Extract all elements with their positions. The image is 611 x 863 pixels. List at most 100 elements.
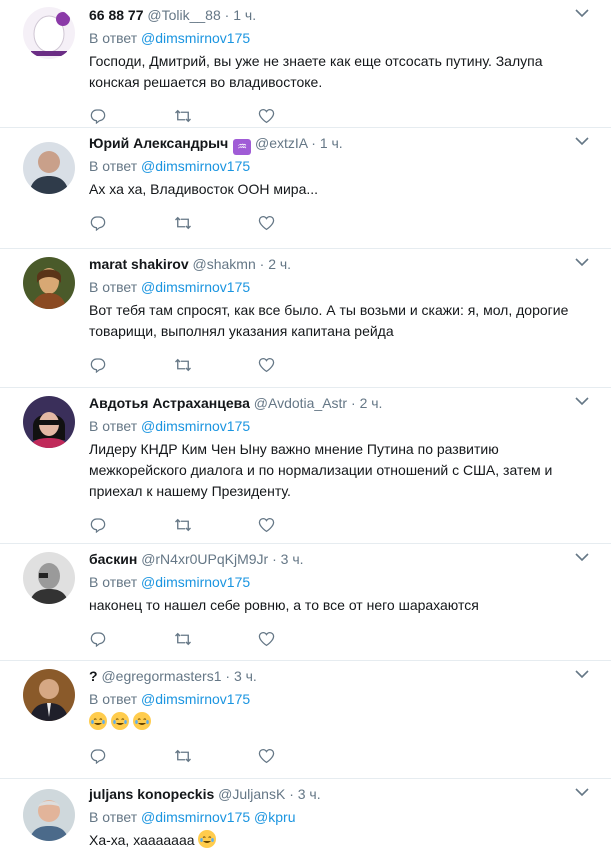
separator: · bbox=[225, 668, 231, 684]
tweet-time[interactable]: 2 ч. bbox=[360, 395, 383, 411]
tweet-time[interactable]: 1 ч. bbox=[320, 135, 343, 151]
user-fullname[interactable]: marat shakirov bbox=[89, 256, 189, 272]
user-handle[interactable]: @shakmn bbox=[193, 256, 256, 272]
mention-link[interactable]: @dimsmirnov175 @kpru bbox=[141, 809, 295, 825]
user-fullname[interactable]: Юрий Александрыч bbox=[89, 135, 228, 151]
reply-prefix: В ответ bbox=[89, 809, 138, 825]
tweet-text: Ха-ха, хааааааа bbox=[89, 832, 195, 848]
chevron-down-icon[interactable] bbox=[575, 8, 589, 18]
retweet-icon bbox=[175, 632, 191, 646]
retweet-button[interactable] bbox=[166, 746, 250, 766]
tweet[interactable]: 66 88 77 @Tolik__88 · 1 ч. В ответ @dims… bbox=[0, 0, 611, 128]
painting-avatar[interactable] bbox=[23, 257, 75, 309]
reply-button[interactable] bbox=[82, 213, 166, 233]
like-button[interactable] bbox=[250, 746, 334, 766]
reply-prefix: В ответ bbox=[89, 574, 138, 590]
reply-button[interactable] bbox=[82, 355, 166, 375]
bw-portrait-avatar[interactable] bbox=[23, 552, 75, 604]
chevron-down-icon[interactable] bbox=[575, 396, 589, 406]
egg-avatar[interactable] bbox=[23, 7, 75, 59]
user-fullname[interactable]: 66 88 77 bbox=[89, 7, 144, 23]
retweet-button[interactable] bbox=[166, 629, 250, 649]
heart-icon bbox=[258, 357, 275, 373]
tweet[interactable]: баскин @rN4xr0UPqKjM9Jr · 3 ч. В ответ @… bbox=[0, 544, 611, 661]
like-button[interactable] bbox=[250, 515, 334, 535]
tweet-time[interactable]: 3 ч. bbox=[281, 551, 304, 567]
reply-button[interactable] bbox=[82, 515, 166, 535]
tweet-header: баскин @rN4xr0UPqKjM9Jr · 3 ч. bbox=[80, 550, 595, 568]
reply-prefix: В ответ bbox=[89, 418, 138, 434]
tweet[interactable]: Авдотья Астраханцева @Avdotia_Astr · 2 ч… bbox=[0, 388, 611, 544]
user-handle[interactable]: @extzIA bbox=[255, 135, 307, 151]
chevron-down-icon[interactable] bbox=[575, 257, 589, 267]
retweet-button[interactable] bbox=[166, 213, 250, 233]
tears-of-joy-emoji bbox=[89, 712, 107, 730]
retweet-icon bbox=[175, 358, 191, 372]
tweet-time[interactable]: 3 ч. bbox=[234, 668, 257, 684]
mention-link[interactable]: @dimsmirnov175 bbox=[141, 158, 250, 174]
like-button[interactable] bbox=[250, 355, 334, 375]
tweet-header: ? @egregormasters1 · 3 ч. bbox=[80, 667, 595, 685]
chevron-down-icon[interactable] bbox=[575, 669, 589, 679]
reply-button[interactable] bbox=[82, 746, 166, 766]
user-fullname[interactable]: Авдотья Астраханцева bbox=[89, 395, 250, 411]
woman-sunglasses-avatar[interactable] bbox=[23, 396, 75, 448]
tweet[interactable]: juljans konopeckis @JuljansK · 3 ч. В от… bbox=[0, 779, 611, 863]
reply-icon bbox=[90, 358, 106, 373]
tweet-header: 66 88 77 @Tolik__88 · 1 ч. bbox=[80, 6, 595, 24]
tweet-text bbox=[80, 712, 595, 733]
tweet-text: Ах ха ха, Владивосток ООН мира... bbox=[89, 181, 319, 197]
user-fullname[interactable]: ? bbox=[89, 668, 98, 684]
retweet-button[interactable] bbox=[166, 355, 250, 375]
reply-icon bbox=[90, 216, 106, 231]
tweet-time[interactable]: 3 ч. bbox=[298, 786, 321, 802]
old-man-avatar[interactable] bbox=[23, 789, 75, 841]
user-handle[interactable]: @Avdotia_Astr bbox=[254, 395, 347, 411]
reply-button[interactable] bbox=[82, 629, 166, 649]
retweet-button[interactable] bbox=[166, 106, 250, 126]
like-button[interactable] bbox=[250, 629, 334, 649]
tweet-text-container: Ха-ха, хааааааа bbox=[80, 830, 595, 851]
user-handle[interactable]: @JuljansK bbox=[218, 786, 285, 802]
user-fullname[interactable]: баскин bbox=[89, 551, 137, 567]
reply-context: В ответ @dimsmirnov175 bbox=[80, 277, 595, 297]
tweet[interactable]: ? @egregormasters1 · 3 ч. В ответ @dimsm… bbox=[0, 661, 611, 779]
separator: · bbox=[259, 256, 265, 272]
user-handle[interactable]: @Tolik__88 bbox=[147, 7, 220, 23]
tweet[interactable]: Юрий Александрыч ♒ @extzIA · 1 ч. В отве… bbox=[0, 128, 611, 249]
tweet-header: juljans konopeckis @JuljansK · 3 ч. bbox=[80, 785, 595, 803]
reply-icon bbox=[90, 632, 106, 647]
man-suit-avatar[interactable] bbox=[23, 669, 75, 721]
heart-icon bbox=[258, 748, 275, 764]
like-button[interactable] bbox=[250, 106, 334, 126]
like-button[interactable] bbox=[250, 213, 334, 233]
user-handle[interactable]: @rN4xr0UPqKjM9Jr bbox=[141, 551, 268, 567]
tweet-time[interactable]: 2 ч. bbox=[268, 256, 291, 272]
tears-of-joy-emoji bbox=[133, 712, 151, 730]
tweet-header: Юрий Александрыч ♒ @extzIA · 1 ч. bbox=[80, 134, 595, 155]
chevron-down-icon[interactable] bbox=[575, 552, 589, 562]
man-photo-avatar[interactable] bbox=[23, 142, 75, 194]
reply-prefix: В ответ bbox=[89, 279, 138, 295]
retweet-button[interactable] bbox=[166, 515, 250, 535]
crying-emoji bbox=[198, 830, 217, 848]
mention-link[interactable]: @dimsmirnov175 bbox=[141, 279, 250, 295]
reply-button[interactable] bbox=[82, 106, 166, 126]
user-handle[interactable]: @egregormasters1 bbox=[101, 668, 221, 684]
tweet-actions bbox=[82, 351, 595, 379]
heart-icon bbox=[258, 108, 275, 124]
mention-link[interactable]: @dimsmirnov175 bbox=[141, 418, 250, 434]
tweet-text: наконец то нашел себе ровню, а то все от… bbox=[89, 597, 479, 613]
chevron-down-icon[interactable] bbox=[575, 136, 589, 146]
retweet-icon bbox=[175, 109, 191, 123]
tweet[interactable]: marat shakirov @shakmn · 2 ч. В ответ @d… bbox=[0, 249, 611, 388]
reply-context: В ответ @dimsmirnov175 bbox=[80, 28, 595, 48]
separator: · bbox=[272, 551, 277, 567]
mention-link[interactable]: @dimsmirnov175 bbox=[141, 691, 250, 707]
chevron-down-icon[interactable] bbox=[575, 787, 589, 797]
mention-link[interactable]: @dimsmirnov175 bbox=[141, 574, 250, 590]
user-fullname[interactable]: juljans konopeckis bbox=[89, 786, 214, 802]
tweet-time[interactable]: 1 ч. bbox=[233, 7, 256, 23]
mention-link[interactable]: @dimsmirnov175 bbox=[141, 30, 250, 46]
retweet-icon bbox=[175, 749, 191, 763]
